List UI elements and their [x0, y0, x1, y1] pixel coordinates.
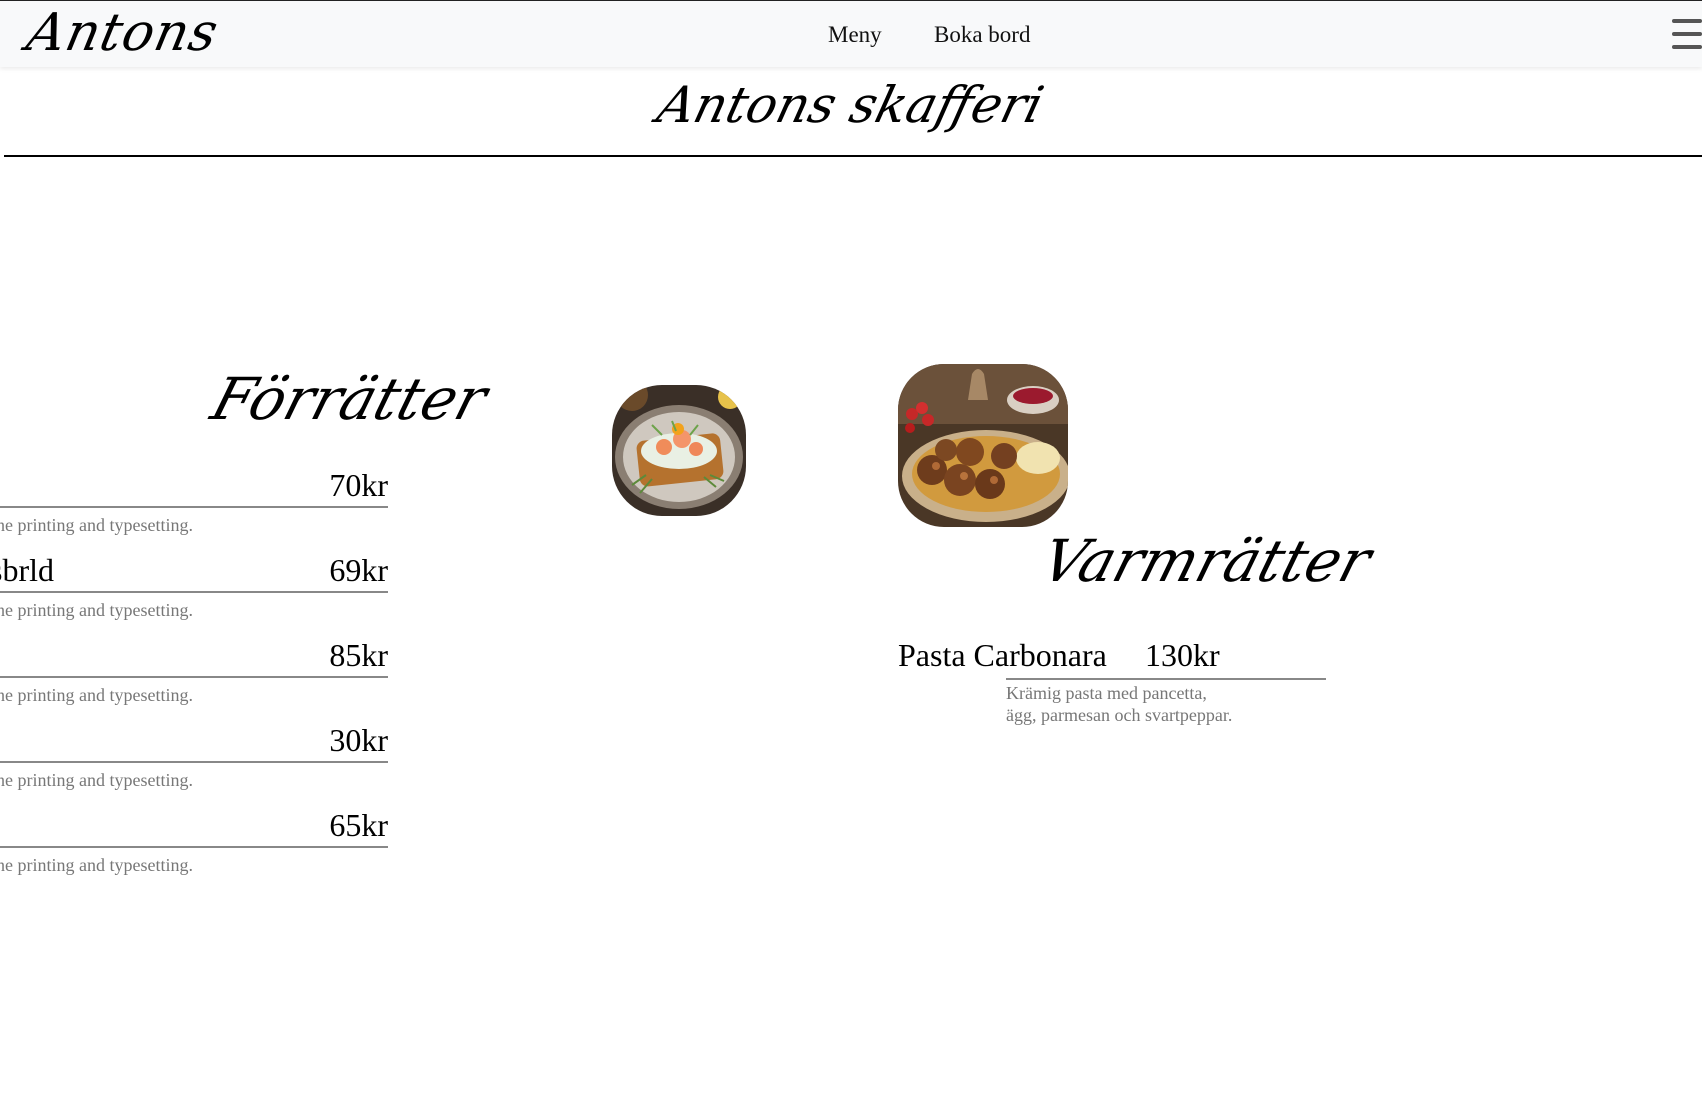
- mains-heading: Varmrätter: [1034, 527, 1379, 595]
- item-price: 85kr: [329, 637, 388, 673]
- nav-link-boka-bord[interactable]: Boka bord: [934, 22, 1030, 48]
- brand-logo[interactable]: Antons: [22, 3, 224, 63]
- starter-item: 85kr he printing and typesetting.: [0, 637, 388, 705]
- item-price: 70kr: [329, 467, 388, 503]
- item-price: 130kr: [1145, 637, 1220, 673]
- item-description: Krämig pasta med pancetta,: [1006, 683, 1207, 703]
- title-divider: [4, 155, 1702, 157]
- item-description: he printing and typesetting.: [0, 770, 193, 790]
- item-divider: [1006, 678, 1326, 680]
- starter-item: 70kr he printing and typesetting.: [0, 467, 388, 535]
- starter-item: 30kr he printing and typesetting.: [0, 722, 388, 790]
- item-name: Pasta Carbonara: [898, 637, 1107, 673]
- hamburger-menu-icon[interactable]: [1672, 19, 1702, 49]
- item-price: 65kr: [329, 807, 388, 843]
- item-price: 30kr: [329, 722, 388, 758]
- item-description: he printing and typesetting.: [0, 600, 193, 620]
- item-description: he printing and typesetting.: [0, 685, 193, 705]
- starter-item: sbrld 69kr he printing and typesetting.: [0, 552, 388, 620]
- main-item: Pasta Carbonara 130kr Krämig pasta med p…: [898, 637, 1328, 725]
- nav-link-meny[interactable]: Meny: [828, 22, 882, 48]
- item-description: he printing and typesetting.: [0, 855, 193, 875]
- shrimp-toast-image: [612, 385, 746, 516]
- starters-heading: Förrätter: [204, 365, 495, 433]
- meatballs-dish-image: [898, 364, 1068, 527]
- item-description: ägg, parmesan och svartpeppar.: [1006, 705, 1233, 725]
- navbar: Antons Meny Boka bord: [0, 0, 1702, 67]
- item-description: he printing and typesetting.: [0, 515, 193, 535]
- item-price: 69kr: [329, 552, 388, 588]
- starter-item: 65kr he printing and typesetting.: [0, 807, 388, 875]
- page-title: Antons skafferi: [651, 76, 1049, 134]
- item-name: sbrld: [0, 552, 54, 588]
